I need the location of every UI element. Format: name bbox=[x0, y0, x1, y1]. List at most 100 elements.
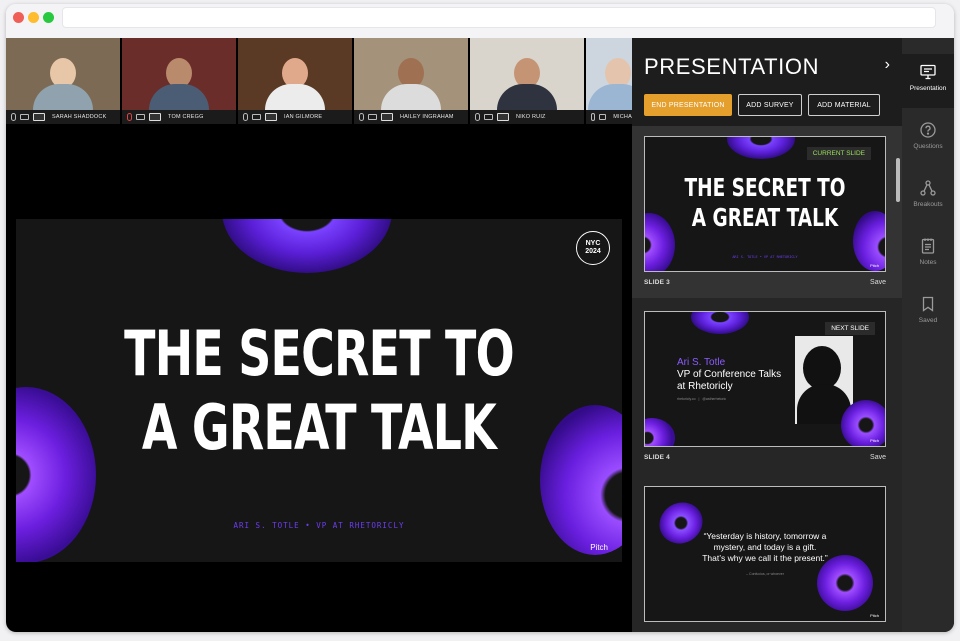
sidebar-item-presentation[interactable]: Presentation bbox=[902, 54, 954, 108]
save-slide-button[interactable]: Save bbox=[870, 279, 886, 286]
thumb-subtitle: ARI S. TOTLE • VP AT RHETORICLY bbox=[732, 255, 798, 259]
browser-window: SARAH SHADDOCK TOM CREGG IAN GILMORE HAI… bbox=[6, 4, 954, 632]
participant-name: SARAH SHADDOCK bbox=[52, 114, 107, 120]
pitch-logo: Pitch bbox=[870, 263, 879, 268]
queue-item[interactable]: “Yesterday is history, tomorrow a myster… bbox=[632, 476, 902, 632]
participant-video bbox=[588, 58, 632, 110]
participant-bar: HAILEY INGRAHAM bbox=[354, 110, 468, 124]
participant-name: IAN GILMORE bbox=[284, 114, 323, 120]
save-slide-button[interactable]: Save bbox=[870, 454, 886, 461]
mic-icon[interactable] bbox=[475, 113, 480, 121]
presented-slide: NYC 2024 THE SECRET TO A GREAT TALK ARI S… bbox=[16, 219, 622, 562]
sidebar-item-label: Saved bbox=[918, 317, 938, 324]
participant-tile[interactable]: NIKO RUIZ bbox=[470, 38, 584, 124]
slide-thumbnail[interactable]: NEXT SLIDE Ari S. Totle VP of Conference… bbox=[644, 311, 886, 447]
sidebar-item-saved[interactable]: Saved bbox=[902, 286, 954, 340]
slide-thumbnail[interactable]: “Yesterday is history, tomorrow a myster… bbox=[644, 486, 886, 622]
sidebar-item-label: Questions bbox=[913, 143, 943, 150]
slide-queue[interactable]: CURRENT SLIDE THE SECRET TO A GREAT TALK… bbox=[632, 126, 902, 632]
pitch-logo: Pitch bbox=[870, 438, 879, 443]
mic-icon[interactable] bbox=[359, 113, 364, 121]
speaker-name: Ari S. Totle bbox=[677, 357, 726, 368]
pitch-logo: Pitch bbox=[590, 543, 608, 552]
screen-icon[interactable] bbox=[381, 113, 393, 121]
address-bar[interactable] bbox=[62, 7, 936, 28]
sidebar-item-breakouts[interactable]: Breakouts bbox=[902, 170, 954, 224]
screen-icon[interactable] bbox=[497, 113, 509, 121]
participant-bar: SARAH SHADDOCK bbox=[6, 110, 120, 124]
slide-number-label: SLIDE 3 bbox=[644, 279, 670, 286]
sidebar-item-notes[interactable]: Notes bbox=[902, 228, 954, 282]
sidebar-item-label: Notes bbox=[919, 259, 937, 266]
panel-title: PRESENTATION bbox=[644, 54, 820, 79]
mic-muted-icon[interactable] bbox=[127, 113, 132, 121]
add-material-button[interactable]: ADD MATERIAL bbox=[808, 94, 880, 116]
slide-title-line: THE SECRET TO bbox=[124, 317, 514, 390]
sidebar-item-label: Breakouts bbox=[913, 201, 943, 208]
slide-subtitle: ARI S. TOTLE • VP AT RHETORICLY bbox=[233, 521, 405, 530]
camera-icon[interactable] bbox=[136, 114, 145, 120]
camera-icon[interactable] bbox=[252, 114, 261, 120]
close-window-dot[interactable] bbox=[13, 12, 24, 23]
camera-icon[interactable] bbox=[368, 114, 377, 120]
pitch-logo: Pitch bbox=[870, 613, 879, 618]
presentation-panel: PRESENTATION › END PRESENTATION ADD SURV… bbox=[632, 38, 902, 632]
participant-bar: TOM CREGG bbox=[122, 110, 236, 124]
participant-tile[interactable]: TOM CREGG bbox=[122, 38, 236, 124]
nyc-2024-badge: NYC 2024 bbox=[576, 231, 610, 265]
participant-tile[interactable]: HAILEY INGRAHAM bbox=[354, 38, 468, 124]
quote-attribution: – Confucius, or whoever bbox=[746, 572, 784, 576]
screen-icon[interactable] bbox=[265, 113, 277, 121]
speaker-links: rhetoricly.co | @astherhetoric bbox=[677, 397, 727, 401]
queue-item-current[interactable]: CURRENT SLIDE THE SECRET TO A GREAT TALK… bbox=[632, 126, 902, 298]
participant-video bbox=[33, 58, 93, 110]
mic-icon[interactable] bbox=[243, 113, 248, 121]
camera-icon[interactable] bbox=[484, 114, 493, 120]
mic-icon[interactable] bbox=[591, 113, 596, 121]
participant-tile[interactable]: SARAH SHADDOCK bbox=[6, 38, 120, 124]
mic-icon[interactable] bbox=[11, 113, 16, 121]
screen-icon[interactable] bbox=[149, 113, 161, 121]
next-slide-badge: NEXT SLIDE bbox=[825, 322, 875, 335]
queue-scrollbar[interactable] bbox=[896, 158, 900, 202]
camera-icon[interactable] bbox=[20, 114, 29, 120]
quote-text: “Yesterday is history, tomorrow a myster… bbox=[702, 531, 828, 563]
participant-name: NIKO RUIZ bbox=[516, 114, 546, 120]
decorative-torus bbox=[853, 211, 885, 271]
presentation-icon bbox=[920, 64, 936, 80]
question-icon bbox=[920, 122, 936, 138]
meeting-app: SARAH SHADDOCK TOM CREGG IAN GILMORE HAI… bbox=[6, 38, 954, 632]
maximize-window-dot[interactable] bbox=[43, 12, 54, 23]
participant-bar: NIKO RUIZ bbox=[470, 110, 584, 124]
decorative-torus bbox=[691, 312, 749, 334]
camera-icon[interactable] bbox=[599, 114, 607, 120]
participant-strip: SARAH SHADDOCK TOM CREGG IAN GILMORE HAI… bbox=[6, 38, 632, 124]
screen-icon[interactable] bbox=[33, 113, 45, 121]
slide-title: THE SECRET TO A GREAT TALK bbox=[95, 317, 543, 465]
add-survey-button[interactable]: ADD SURVEY bbox=[738, 94, 802, 116]
notes-icon bbox=[921, 238, 935, 254]
chevron-right-icon[interactable]: › bbox=[885, 56, 890, 74]
decorative-torus bbox=[645, 213, 675, 271]
participant-name: HAILEY INGRAHAM bbox=[400, 114, 454, 120]
participant-tile[interactable]: IAN GILMORE bbox=[238, 38, 352, 124]
participant-video bbox=[149, 58, 209, 110]
slide-number-label: SLIDE 4 bbox=[644, 454, 670, 461]
queue-item-next[interactable]: NEXT SLIDE Ari S. Totle VP of Conference… bbox=[632, 301, 902, 473]
participant-video bbox=[381, 58, 441, 110]
speaker-role: VP of Conference Talks at Rhetoricly bbox=[677, 369, 782, 392]
breakouts-icon bbox=[920, 180, 936, 196]
slide-title-line: A GREAT TALK bbox=[141, 391, 497, 464]
decorative-torus bbox=[841, 400, 885, 446]
decorative-torus bbox=[727, 137, 795, 159]
slide-thumbnail[interactable]: CURRENT SLIDE THE SECRET TO A GREAT TALK… bbox=[644, 136, 886, 272]
thumb-title: THE SECRET TO A GREAT TALK bbox=[684, 173, 846, 232]
bookmark-icon bbox=[922, 296, 934, 312]
sidebar-item-questions[interactable]: Questions bbox=[902, 112, 954, 166]
participant-video bbox=[497, 58, 557, 110]
minimize-window-dot[interactable] bbox=[28, 12, 39, 23]
participant-tile[interactable]: MICHA bbox=[586, 38, 632, 124]
participant-name: TOM CREGG bbox=[168, 114, 204, 120]
sidebar-rail: Presentation Questions Breakouts Notes S… bbox=[902, 38, 954, 632]
end-presentation-button[interactable]: END PRESENTATION bbox=[644, 94, 732, 116]
